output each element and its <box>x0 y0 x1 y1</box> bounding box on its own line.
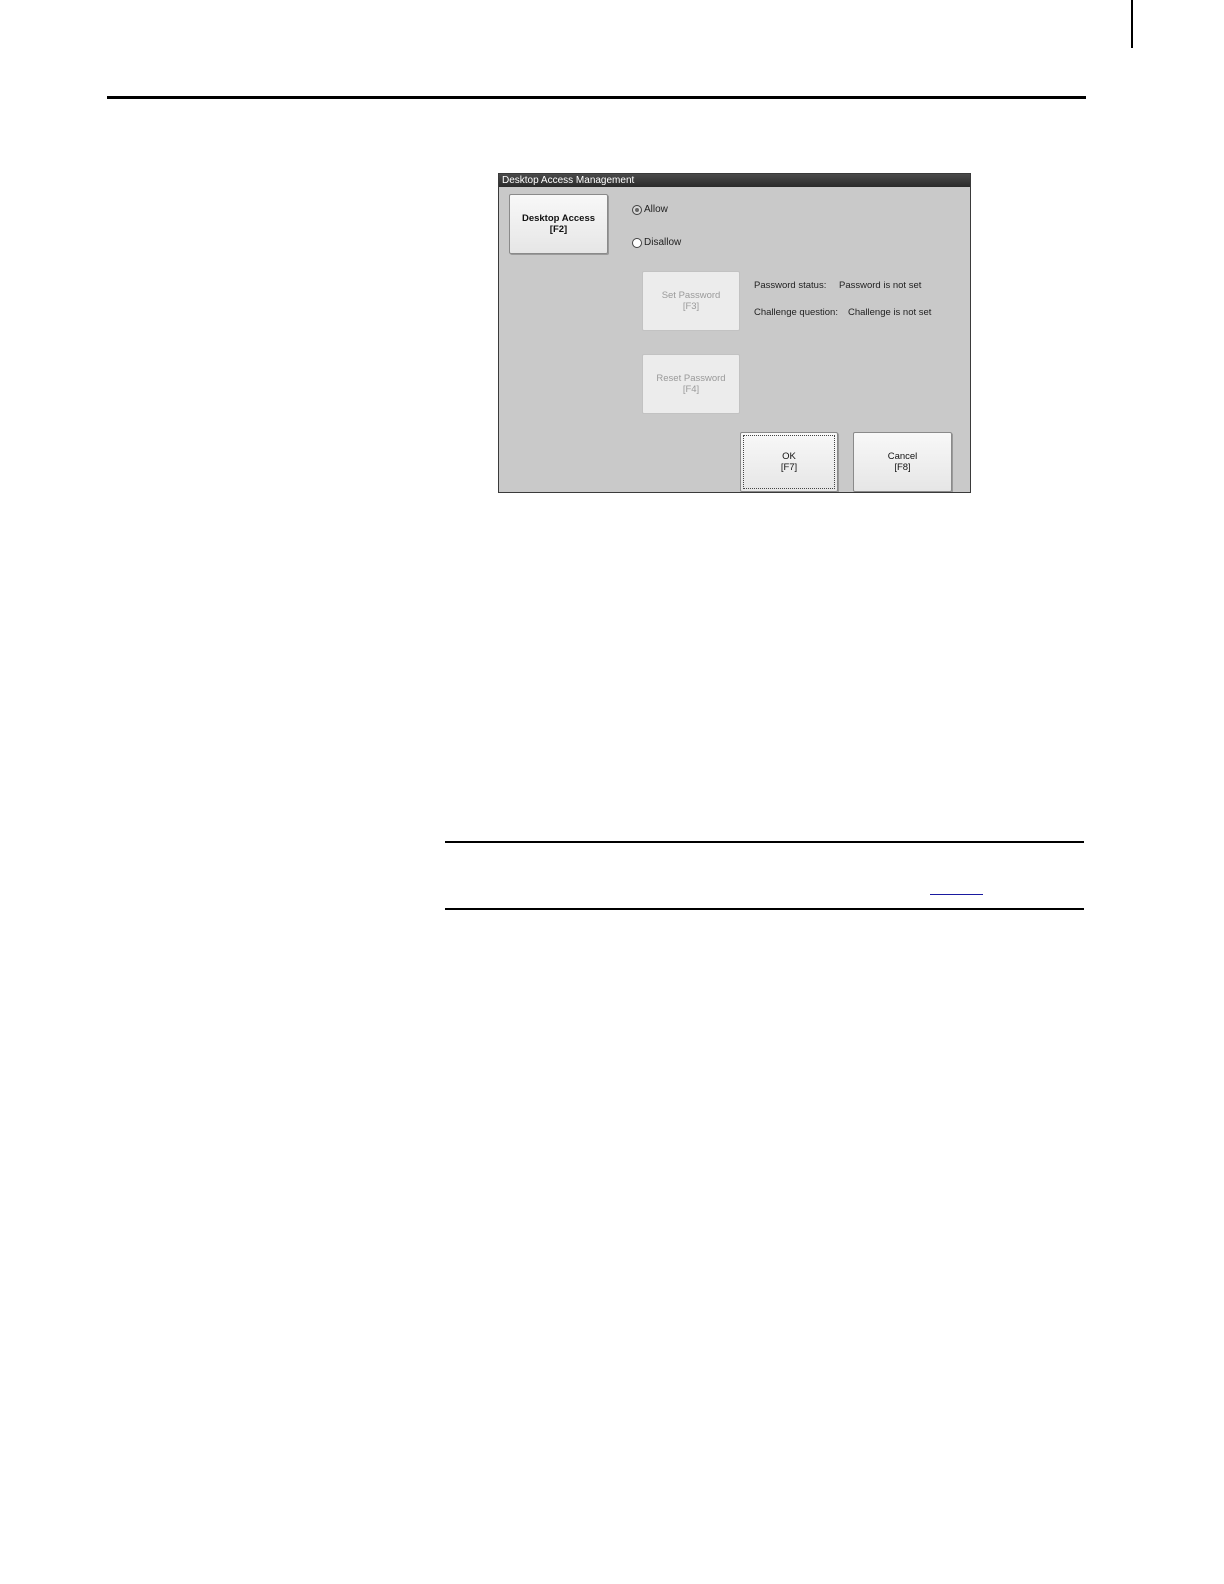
set-password-button[interactable]: Set Password [F3] <box>642 271 740 331</box>
disallow-radio-indicator <box>632 237 642 248</box>
challenge-question-label: Challenge question: <box>754 307 838 318</box>
note-bottom-rule <box>445 908 1084 910</box>
reset-password-button-label: Reset Password <box>656 373 726 384</box>
cancel-button-key: [F8] <box>894 462 911 473</box>
disallow-radio-label: Disallow <box>644 237 682 248</box>
allow-radio-label: Allow <box>644 204 668 215</box>
set-password-button-key: [F3] <box>682 301 700 312</box>
set-password-button-label: Set Password <box>661 290 721 301</box>
disallow-radio[interactable]: Disallow <box>632 237 681 248</box>
challenge-question-value: Challenge is not set <box>848 307 932 318</box>
cancel-button[interactable]: Cancel [F8] <box>853 432 952 492</box>
password-status-label: Password status: <box>754 280 827 291</box>
ok-button[interactable]: OK [F7] <box>740 432 838 492</box>
password-status-value: Password is not set <box>839 280 922 291</box>
page-corner-mark <box>1131 0 1133 48</box>
desktop-access-dialog: Desktop Access Management Desktop Access… <box>498 173 971 493</box>
desktop-access-button[interactable]: Desktop Access [F2] <box>509 194 608 254</box>
allow-radio-indicator <box>632 204 642 215</box>
note-link[interactable] <box>930 894 983 895</box>
allow-radio[interactable]: Allow <box>632 204 668 215</box>
header-rule <box>107 96 1086 99</box>
ok-button-label: OK <box>782 451 796 462</box>
reset-password-button-key: [F4] <box>682 384 700 395</box>
desktop-access-button-label: Desktop Access <box>521 213 596 224</box>
reset-password-button[interactable]: Reset Password [F4] <box>642 354 740 414</box>
ok-button-key: [F7] <box>780 462 798 473</box>
dialog-title: Desktop Access Management <box>499 174 970 187</box>
desktop-access-button-key: [F2] <box>549 224 568 235</box>
note-top-rule <box>445 841 1084 843</box>
cancel-button-label: Cancel <box>887 451 918 462</box>
